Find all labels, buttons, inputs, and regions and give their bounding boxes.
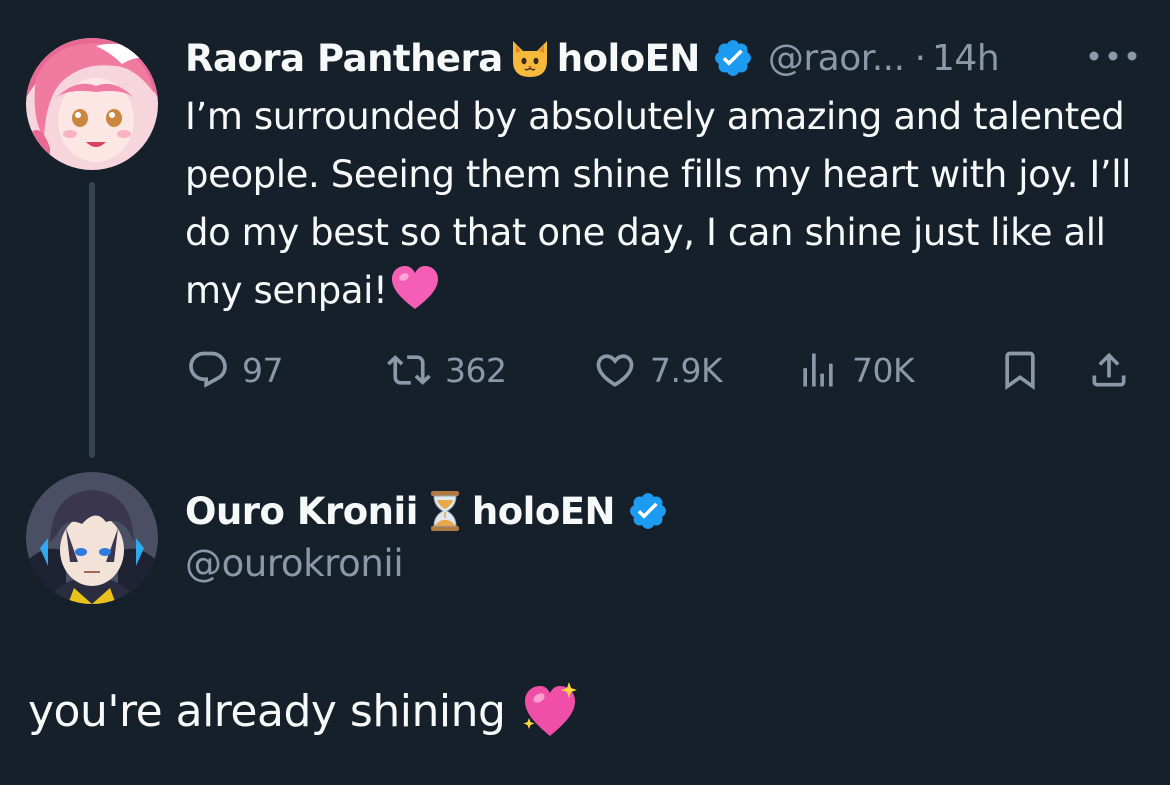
pink-heart-emoji-icon [389,263,441,315]
original-tweet-text: I’m surrounded by absolutely amazing and… [185,88,1135,320]
cat-face-emoji-icon [507,35,553,81]
raora-avatar[interactable] [26,38,158,170]
reply-author-handle[interactable]: @ourokronii [185,542,404,585]
original-author-handle[interactable]: @raor... [768,38,905,79]
hourglass-emoji-icon [422,488,468,534]
bookmark-icon [1005,351,1035,391]
kronii-avatar[interactable] [26,472,158,604]
reply-text: you're already shining [28,680,581,742]
heart-outline-icon [596,354,634,387]
views-button[interactable]: 70K [796,345,915,395]
bookmark-button[interactable] [998,345,1042,395]
sparkling-heart-emoji-icon [519,680,581,742]
like-button[interactable]: 7.9K [592,345,723,395]
share-button[interactable] [1087,345,1131,395]
reply-icon [189,351,227,388]
retweet-button[interactable]: 362 [385,345,507,395]
thread-connector-line [89,182,95,458]
verified-badge-icon[interactable] [627,490,669,532]
original-author-name[interactable]: Raora Panthera [185,37,503,80]
analytics-icon [803,353,833,387]
share-icon [1092,352,1126,387]
original-tweet-header: Raora Panthera holoEN @raor... · 14h [185,32,1000,84]
reply-author-name[interactable]: Ouro Kronii [185,490,418,533]
reply-author-affiliation[interactable]: holoEN [472,490,616,533]
reply-author-header: Ouro Kronii holoEN [185,485,669,537]
tweet-timestamp[interactable]: 14h [932,38,1000,79]
tweet-action-bar: 97 362 7.9K 70K [0,345,1170,395]
more-options-button[interactable] [1085,42,1141,70]
retweet-icon [387,355,431,385]
timestamp-separator: · [914,37,927,79]
views-count: 70K [852,350,915,390]
retweet-count: 362 [445,350,507,390]
reply-body: you're already shining [28,685,506,737]
reply-button[interactable]: 97 [186,345,284,395]
original-author-affiliation[interactable]: holoEN [557,37,701,80]
tweet-body: I’m surrounded by absolutely amazing and… [185,95,1131,312]
more-dots-icon [1089,51,1137,61]
like-count: 7.9K [650,350,723,390]
reply-count: 97 [242,350,284,390]
verified-badge-icon[interactable] [712,37,754,79]
